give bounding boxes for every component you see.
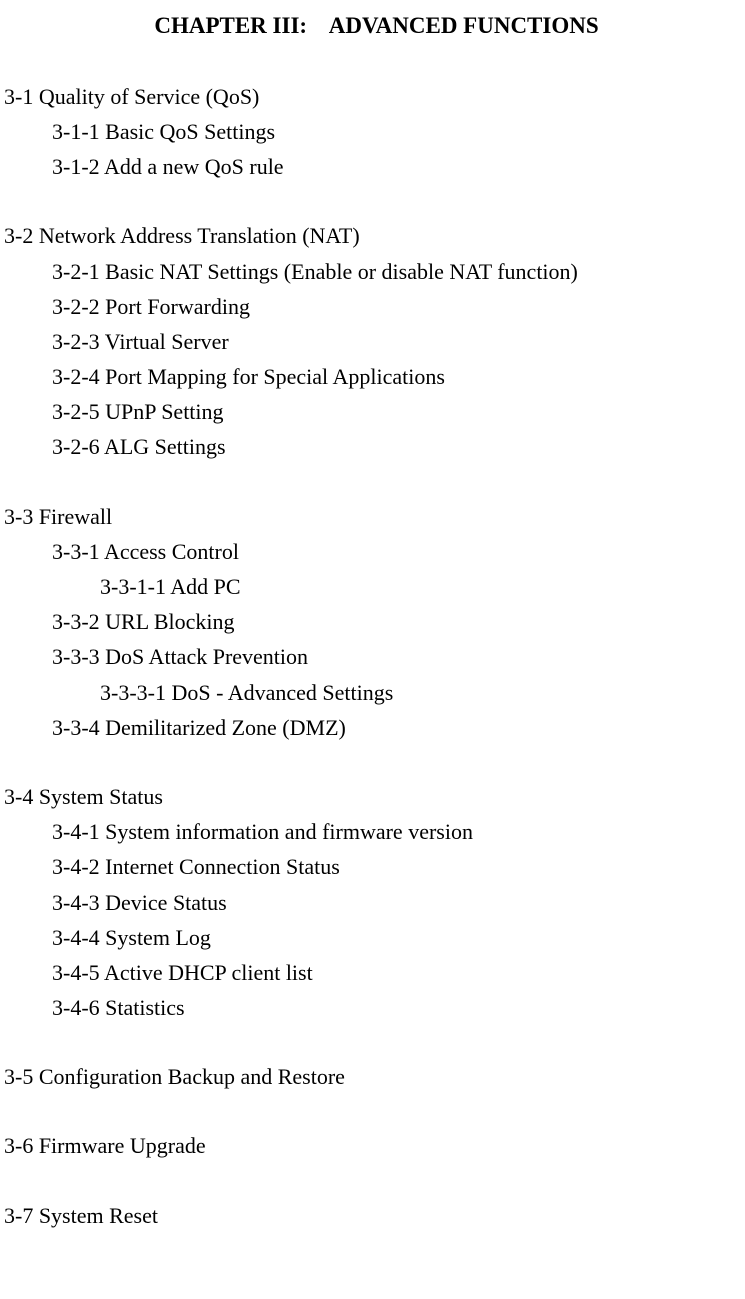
toc-entry-3-3-3: 3-3-3 DoS Attack Prevention (52, 639, 745, 674)
spacer (4, 465, 745, 499)
spacer (4, 1164, 745, 1198)
toc-entry-3-2-4: 3-2-4 Port Mapping for Special Applicati… (52, 359, 745, 394)
toc-entry-3-4-4: 3-4-4 System Log (52, 920, 745, 955)
toc-section-3-5: 3-5 Configuration Backup and Restore (4, 1059, 745, 1094)
toc-entry-3-4-1: 3-4-1 System information and firmware ve… (52, 814, 745, 849)
toc-section-3-3: 3-3 Firewall (4, 499, 745, 534)
toc-entry-3-3-1: 3-3-1 Access Control (52, 534, 745, 569)
toc-entry-3-3-3-1: 3-3-3-1 DoS - Advanced Settings (100, 675, 745, 710)
spacer (4, 184, 745, 218)
toc-entry-3-4-3: 3-4-3 Device Status (52, 885, 745, 920)
toc-section-3-1: 3-1 Quality of Service (QoS) (4, 79, 745, 114)
toc-section-3-6: 3-6 Firmware Upgrade (4, 1128, 745, 1163)
toc-section-3-2: 3-2 Network Address Translation (NAT) (4, 218, 745, 253)
toc-entry-3-4-2: 3-4-2 Internet Connection Status (52, 849, 745, 884)
toc-entry-3-3-2: 3-3-2 URL Blocking (52, 604, 745, 639)
toc-entry-3-1-2: 3-1-2 Add a new QoS rule (52, 149, 745, 184)
toc-section-3-7: 3-7 System Reset (4, 1198, 745, 1233)
chapter-title: CHAPTER III: ADVANCED FUNCTIONS (4, 8, 745, 45)
toc-section-3-4: 3-4 System Status (4, 779, 745, 814)
spacer (4, 1025, 745, 1059)
toc-entry-3-2-3: 3-2-3 Virtual Server (52, 324, 745, 359)
toc-entry-3-4-5: 3-4-5 Active DHCP client list (52, 955, 745, 990)
toc-entry-3-1-1: 3-1-1 Basic QoS Settings (52, 114, 745, 149)
spacer (4, 1094, 745, 1128)
toc-entry-3-3-4: 3-3-4 Demilitarized Zone (DMZ) (52, 710, 745, 745)
spacer (4, 745, 745, 779)
toc-entry-3-2-6: 3-2-6 ALG Settings (52, 429, 745, 464)
toc-entry-3-3-1-1: 3-3-1-1 Add PC (100, 569, 745, 604)
toc-entry-3-2-2: 3-2-2 Port Forwarding (52, 289, 745, 324)
toc-entry-3-2-1: 3-2-1 Basic NAT Settings (Enable or disa… (52, 254, 745, 289)
toc-entry-3-4-6: 3-4-6 Statistics (52, 990, 745, 1025)
toc-entry-3-2-5: 3-2-5 UPnP Setting (52, 394, 745, 429)
